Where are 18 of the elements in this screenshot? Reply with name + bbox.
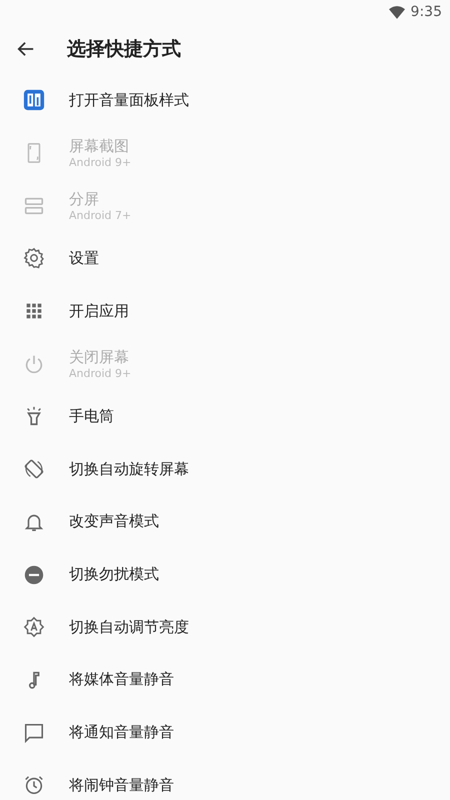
status-time: 9:35 — [410, 4, 442, 20]
version-note: Android 9+ — [69, 366, 132, 380]
screen-title: 选择快捷方式 — [67, 37, 181, 62]
shortcut-label[interactable]: 切换自动调节亮度 — [69, 618, 189, 637]
shortcut-label[interactable]: 切换自动旋转屏幕 — [69, 460, 189, 479]
shortcut-label[interactable]: 设置 — [69, 248, 99, 268]
version-note: Android 7+ — [69, 208, 132, 222]
shortcut-label[interactable]: 开启应用 — [69, 302, 129, 321]
wifi-icon — [388, 6, 405, 18]
shortcut-label[interactable]: 切换勿扰模式 — [69, 565, 159, 584]
shortcut-label[interactable]: 打开音量面板样式 — [69, 90, 189, 110]
shortcut-label[interactable]: 手电筒 — [69, 406, 114, 426]
shortcut-label[interactable]: 改变声音模式 — [69, 512, 159, 532]
shortcut-label[interactable]: 将媒体音量静音 — [69, 670, 174, 690]
version-note: Android 9+ — [69, 156, 132, 170]
shortcut-label[interactable]: 将闹钟音量静音 — [69, 776, 174, 795]
shortcut-label[interactable]: 将通知音量静音 — [69, 723, 174, 742]
back-icon[interactable] — [17, 40, 35, 58]
